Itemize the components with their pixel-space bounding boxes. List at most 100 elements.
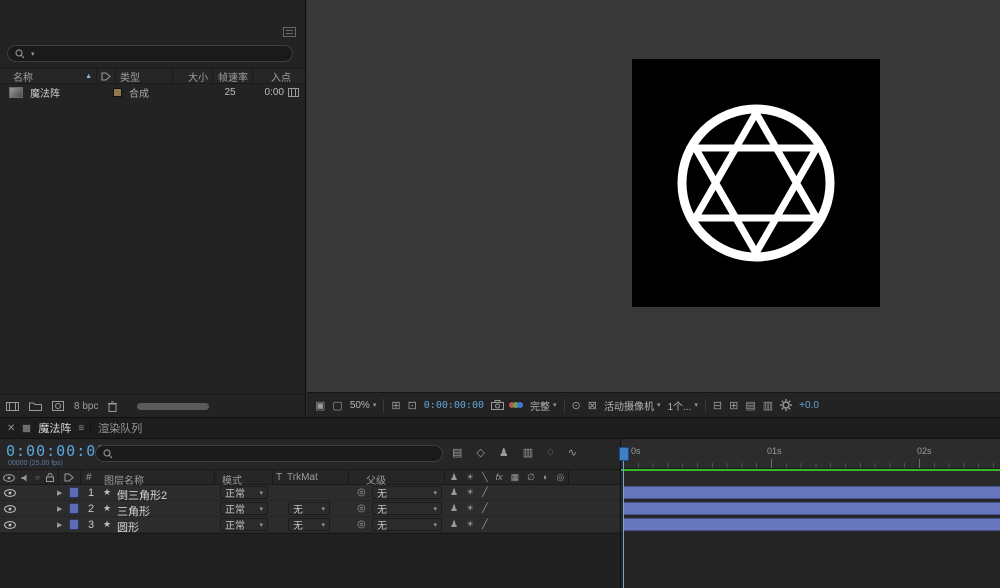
blend-mode-select[interactable]: 正常▾ <box>220 486 268 499</box>
motion-blur-header-icon: ∅ <box>527 472 535 483</box>
primary-viewer-icon[interactable]: ▢ <box>332 399 342 412</box>
layer-duration-bar-1[interactable] <box>623 486 1000 499</box>
timeline-current-timecode[interactable]: 0:00:00:00 <box>6 442 106 460</box>
shape-layer-star-icon: ★ <box>103 487 111 498</box>
view-layout-select[interactable]: 1个...▾ <box>667 398 697 413</box>
project-item-row[interactable]: 魔法阵 合成 25 0:00 <box>0 85 305 100</box>
frame-blend-header-icon: ▦ <box>511 472 520 483</box>
horizontal-scrollbar[interactable] <box>137 403 209 410</box>
active-camera-select[interactable]: 活动摄像机▾ <box>604 398 661 413</box>
layer-visibility-eye-icon[interactable] <box>4 521 16 529</box>
layer-row-3[interactable]: ▶ 3 ★ 圆形 正常▾ 无▾ ◎ 无▾ ♟ ☀ ╱ <box>0 517 620 533</box>
snapshot-camera-icon[interactable] <box>491 400 504 410</box>
parent-pickwhip-icon[interactable]: ◎ <box>357 487 366 498</box>
project-footer-bar: 8 bpc <box>0 394 305 417</box>
audio-speaker-icon <box>21 474 29 482</box>
new-folder-icon[interactable] <box>29 401 42 411</box>
close-tab-icon[interactable]: ✕ <box>7 423 15 434</box>
viewer-toolbar: ▣ ▢ 50%▾ ⊞ ⊡ 0:00:00:00 完整▾ ⊙ ⊠ 活动摄像机▾ 1… <box>307 392 1000 417</box>
magnification-select[interactable]: 50%▾ <box>350 400 377 411</box>
blend-mode-select[interactable]: 正常▾ <box>220 518 268 531</box>
layer-label-swatch[interactable] <box>69 503 79 514</box>
quality-switch[interactable]: ╱ <box>482 487 487 498</box>
footage-frames-icon <box>288 88 299 97</box>
video-eye-icon <box>3 474 15 482</box>
layer-number: 2 <box>88 503 94 515</box>
layer-label-swatch[interactable] <box>69 519 79 530</box>
pixel-aspect-icon[interactable]: ⊞ <box>729 399 738 412</box>
collapse-switch[interactable]: ☀ <box>466 519 474 530</box>
expand-arrow-icon[interactable]: ▶ <box>57 521 62 529</box>
expand-arrow-icon[interactable]: ▶ <box>57 489 62 497</box>
resolution-select[interactable]: 完整▾ <box>530 398 557 413</box>
layer-visibility-eye-icon[interactable] <box>4 505 16 513</box>
trkmat-select[interactable]: 无▾ <box>288 502 330 515</box>
collapse-switch[interactable]: ☀ <box>466 487 474 498</box>
region-of-interest-icon[interactable]: ⊙ <box>572 399 581 412</box>
label-color-swatch[interactable] <box>113 88 122 97</box>
quality-switch[interactable]: ╱ <box>482 503 487 514</box>
frame-blending-icon[interactable]: ▥ <box>523 446 533 459</box>
column-label-color[interactable] <box>97 69 116 83</box>
column-name[interactable]: 名称 ▲ <box>0 69 97 83</box>
current-time-indicator-head[interactable] <box>619 447 629 461</box>
layer-label-swatch[interactable] <box>69 487 79 498</box>
graph-editor-icon[interactable]: ∿ <box>568 446 577 459</box>
new-composition-icon[interactable] <box>52 401 64 411</box>
column-framerate[interactable]: 帧速率 <box>213 69 253 83</box>
composition-canvas[interactable] <box>632 59 880 307</box>
trkmat-select[interactable]: 无▾ <box>288 518 330 531</box>
panel-menu-icon[interactable] <box>283 27 296 37</box>
parent-select[interactable]: 无▾ <box>372 486 442 499</box>
layer-row-1[interactable]: ▶ 1 ★ 倒三角形2 正常▾ ◎ 无▾ ♟ ☀ ╱ <box>0 485 620 501</box>
column-trkmat[interactable]: TrkMat <box>287 472 318 483</box>
item-type: 合成 <box>129 85 149 100</box>
draft-3d-icon[interactable]: ◇ <box>476 446 484 459</box>
timeline-search-input[interactable] <box>95 445 443 462</box>
show-channels-icon[interactable] <box>511 402 523 408</box>
hide-shy-layers-icon[interactable]: ♟ <box>499 446 509 459</box>
expand-arrow-icon[interactable]: ▶ <box>57 505 62 513</box>
column-number: # <box>86 472 92 483</box>
always-preview-icon[interactable]: ▣ <box>315 399 325 412</box>
current-time-indicator-line[interactable] <box>623 449 624 588</box>
blend-mode-select[interactable]: 正常▾ <box>220 502 268 515</box>
viewer-timecode[interactable]: 0:00:00:00 <box>424 400 484 411</box>
exposure-value[interactable]: +0.0 <box>799 400 819 411</box>
shy-switch[interactable]: ♟ <box>450 519 458 530</box>
bit-depth-button[interactable]: 8 bpc <box>74 401 98 412</box>
project-search-input[interactable]: ▾ <box>7 45 293 62</box>
layer-row-2[interactable]: ▶ 2 ★ 三角形 正常▾ 无▾ ◎ 无▾ ♟ ☀ ╱ <box>0 501 620 517</box>
column-t[interactable]: T <box>276 472 282 483</box>
grid-guides-icon[interactable]: ⊞ <box>391 399 400 412</box>
exposure-gear-icon[interactable] <box>780 399 792 411</box>
tab-composition[interactable]: 魔法阵 <box>38 420 71 436</box>
parent-select[interactable]: 无▾ <box>372 502 442 515</box>
mask-visibility-icon[interactable]: ⊡ <box>408 399 417 412</box>
column-size[interactable]: 大小 <box>173 69 213 83</box>
composition-miniflow-icon[interactable]: ▤ <box>452 446 462 459</box>
shy-switch[interactable]: ♟ <box>450 487 458 498</box>
layer-visibility-eye-icon[interactable] <box>4 489 16 497</box>
parent-select[interactable]: 无▾ <box>372 518 442 531</box>
trash-icon[interactable] <box>108 401 117 412</box>
column-type[interactable]: 类型 <box>116 69 173 83</box>
view-options-icon[interactable]: ⊟ <box>713 399 722 412</box>
tab-render-queue[interactable]: 渲染队列 <box>98 420 142 436</box>
parent-pickwhip-icon[interactable]: ◎ <box>357 503 366 514</box>
layer-duration-bar-2[interactable] <box>623 502 1000 515</box>
transparency-grid-icon[interactable]: ⊠ <box>588 399 597 412</box>
tab-menu-icon[interactable]: ≡ <box>78 423 83 434</box>
quality-switch[interactable]: ╱ <box>482 519 487 530</box>
collapse-switch[interactable]: ☀ <box>466 503 474 514</box>
shy-switch[interactable]: ♟ <box>450 503 458 514</box>
interpret-footage-icon[interactable] <box>6 401 19 412</box>
column-inpoint[interactable]: 入点 <box>253 69 305 83</box>
time-ruler[interactable]: 0s 01s 02s <box>621 439 1000 469</box>
flowchart-icon[interactable]: ▥ <box>763 399 773 412</box>
motion-blur-icon[interactable]: ◌ <box>547 446 554 458</box>
timeline-jump-icon[interactable]: ▤ <box>745 399 755 412</box>
parent-pickwhip-icon[interactable]: ◎ <box>357 519 366 530</box>
adjustment-header-icon: ◐ <box>543 472 548 483</box>
layer-duration-bar-3[interactable] <box>623 518 1000 531</box>
